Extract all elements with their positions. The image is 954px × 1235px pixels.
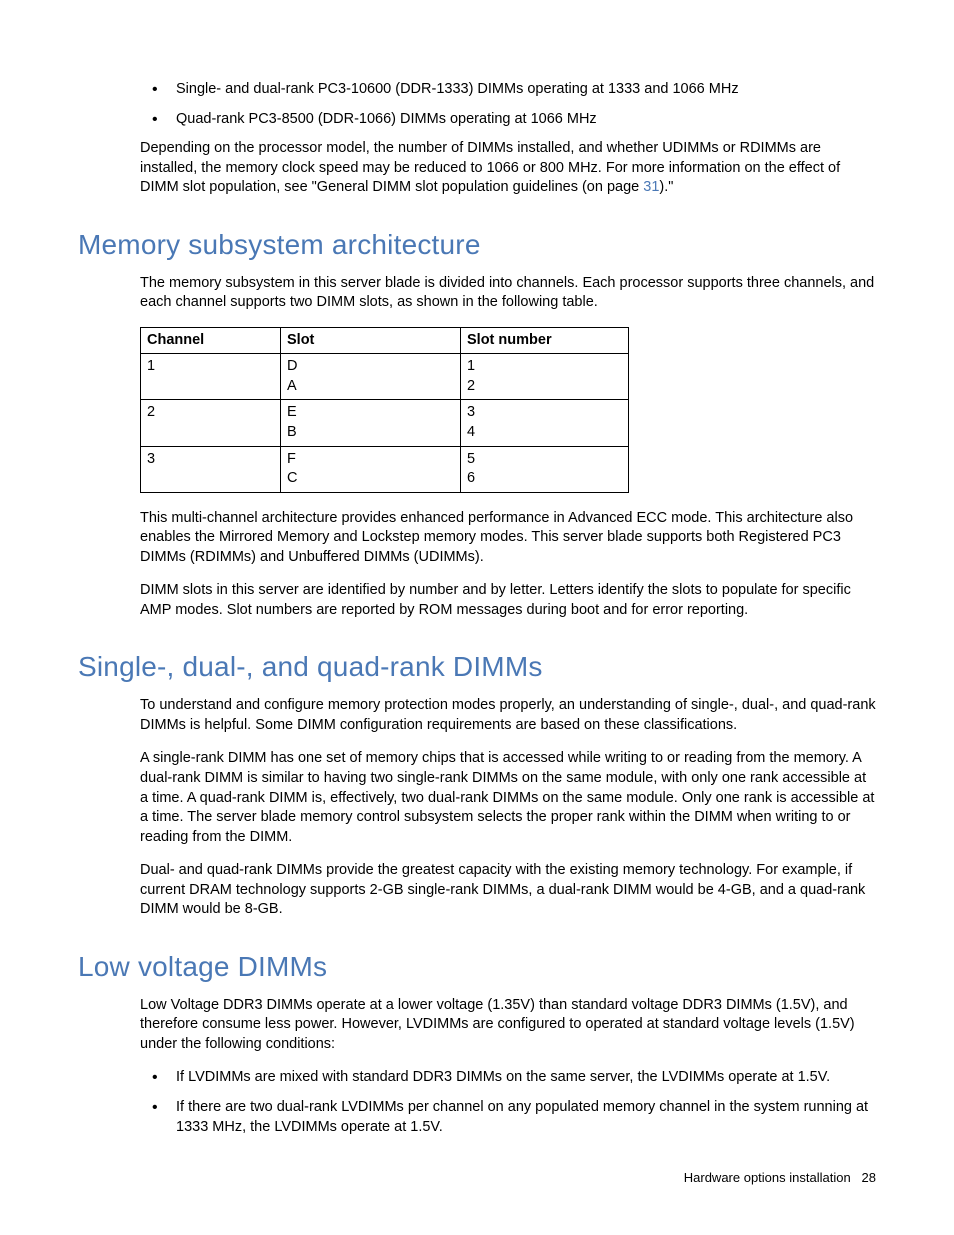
page-footer: Hardware options installation 28 bbox=[684, 1169, 876, 1187]
paragraph: Low Voltage DDR3 DIMMs operate at a lowe… bbox=[140, 996, 876, 1055]
heading-memory-subsystem: Memory subsystem architecture bbox=[78, 226, 876, 264]
list-item: Single- and dual-rank PC3-10600 (DDR-133… bbox=[140, 80, 876, 100]
cell-channel: 1 bbox=[141, 354, 281, 400]
cell-slot: DA bbox=[281, 354, 461, 400]
text: Depending on the processor model, the nu… bbox=[140, 140, 840, 195]
low-voltage-bullet-list: If LVDIMMs are mixed with standard DDR3 … bbox=[78, 1068, 876, 1137]
paragraph: Dual- and quad-rank DIMMs provide the gr… bbox=[140, 861, 876, 920]
footer-page-number: 28 bbox=[862, 1170, 876, 1185]
list-item: If LVDIMMs are mixed with standard DDR3 … bbox=[140, 1068, 876, 1088]
intro-bullet-list: Single- and dual-rank PC3-10600 (DDR-133… bbox=[78, 80, 876, 129]
paragraph: A single-rank DIMM has one set of memory… bbox=[140, 749, 876, 847]
list-item: If there are two dual-rank LVDIMMs per c… bbox=[140, 1098, 876, 1137]
table-header-row: Channel Slot Slot number bbox=[141, 327, 629, 354]
col-header: Slot number bbox=[461, 327, 629, 354]
channel-slot-table: Channel Slot Slot number 1DA122EB343FC56 bbox=[140, 327, 629, 493]
cell-channel: 2 bbox=[141, 400, 281, 446]
table-row: 1DA12 bbox=[141, 354, 629, 400]
cell-slot-number: 34 bbox=[461, 400, 629, 446]
list-item: Quad-rank PC3-8500 (DDR-1066) DIMMs oper… bbox=[140, 110, 876, 130]
cell-slot: EB bbox=[281, 400, 461, 446]
page-link[interactable]: 31 bbox=[643, 179, 659, 195]
paragraph: DIMM slots in this server are identified… bbox=[140, 581, 876, 620]
heading-rank-dimms: Single-, dual-, and quad-rank DIMMs bbox=[78, 648, 876, 686]
intro-paragraph: Depending on the processor model, the nu… bbox=[140, 139, 876, 198]
col-header: Slot bbox=[281, 327, 461, 354]
cell-slot: FC bbox=[281, 446, 461, 492]
paragraph: This multi-channel architecture provides… bbox=[140, 509, 876, 568]
table-row: 2EB34 bbox=[141, 400, 629, 446]
col-header: Channel bbox=[141, 327, 281, 354]
cell-slot-number: 56 bbox=[461, 446, 629, 492]
text: )." bbox=[659, 179, 673, 195]
heading-low-voltage: Low voltage DIMMs bbox=[78, 948, 876, 986]
paragraph: The memory subsystem in this server blad… bbox=[140, 274, 876, 313]
paragraph: To understand and configure memory prote… bbox=[140, 696, 876, 735]
cell-slot-number: 12 bbox=[461, 354, 629, 400]
page-content: Single- and dual-rank PC3-10600 (DDR-133… bbox=[0, 0, 954, 1187]
footer-label: Hardware options installation bbox=[684, 1170, 851, 1185]
cell-channel: 3 bbox=[141, 446, 281, 492]
table-row: 3FC56 bbox=[141, 446, 629, 492]
